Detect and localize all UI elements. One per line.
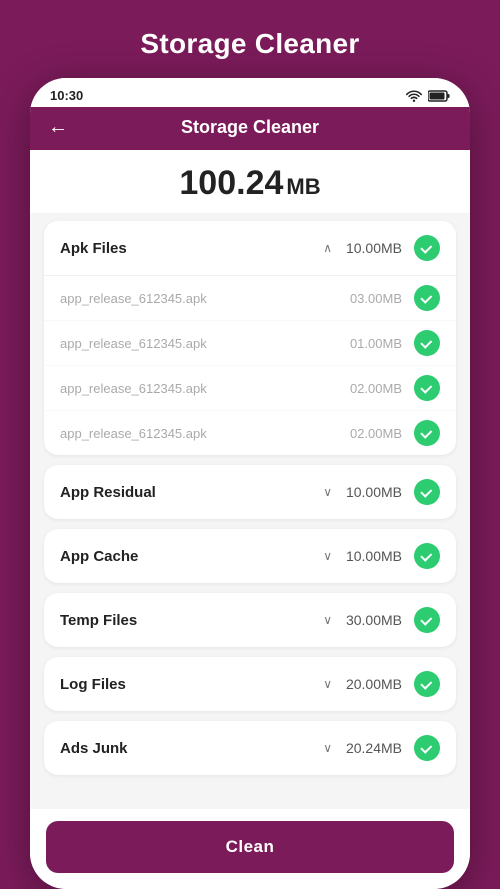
check-icon-app-cache (414, 543, 440, 569)
category-toggle-log-files: ∨ (323, 677, 332, 691)
category-size-app-cache: 10.00MB (332, 548, 402, 564)
category-toggle-app-cache: ∨ (323, 549, 332, 563)
status-time: 10:30 (50, 88, 83, 103)
sub-item-size: 02.00MB (342, 381, 402, 396)
category-toggle-temp-files: ∨ (323, 613, 332, 627)
total-size-unit: MB (286, 174, 320, 199)
category-name-temp-files: Temp Files (60, 612, 317, 629)
sub-item-check-icon (414, 420, 440, 446)
check-icon-log-files (414, 671, 440, 697)
list-item[interactable]: app_release_612345.apk02.00MB (44, 411, 456, 455)
category-size-ads-junk: 20.24MB (332, 740, 402, 756)
sub-item-size: 02.00MB (342, 426, 402, 441)
category-row-ads-junk[interactable]: Ads Junk ∨20.24MB (44, 721, 456, 775)
category-row-temp-files[interactable]: Temp Files ∨30.00MB (44, 593, 456, 647)
category-size-app-residual: 10.00MB (332, 484, 402, 500)
page-title: Storage Cleaner (140, 28, 359, 60)
sub-item-check-icon (414, 375, 440, 401)
list-item[interactable]: app_release_612345.apk02.00MB (44, 366, 456, 411)
card-log-files: Log Files ∨20.00MB (44, 657, 456, 711)
phone-frame: 10:30 ← Storage Cleaner 100.24MB Apk Fil… (30, 78, 470, 889)
category-size-temp-files: 30.00MB (332, 612, 402, 628)
category-name-log-files: Log Files (60, 676, 317, 693)
sub-item-check-icon (414, 285, 440, 311)
sub-item-size: 01.00MB (342, 336, 402, 351)
category-toggle-apk-files: ∧ (323, 241, 332, 255)
total-size-container: 100.24MB (30, 150, 470, 213)
card-app-residual: App Residual ∨10.00MB (44, 465, 456, 519)
wifi-icon (405, 89, 423, 102)
clean-button[interactable]: Clean (46, 821, 454, 873)
sub-item-size: 03.00MB (342, 291, 402, 306)
category-size-log-files: 20.00MB (332, 676, 402, 692)
check-icon-temp-files (414, 607, 440, 633)
check-icon-apk-files (414, 235, 440, 261)
check-icon-app-residual (414, 479, 440, 505)
category-name-app-cache: App Cache (60, 548, 317, 565)
clean-btn-container: Clean (30, 809, 470, 889)
status-icons (405, 89, 450, 102)
category-row-app-cache[interactable]: App Cache ∨10.00MB (44, 529, 456, 583)
battery-icon (428, 90, 450, 102)
sub-item-name: app_release_612345.apk (60, 381, 342, 396)
list-item[interactable]: app_release_612345.apk01.00MB (44, 321, 456, 366)
category-row-log-files[interactable]: Log Files ∨20.00MB (44, 657, 456, 711)
category-name-app-residual: App Residual (60, 484, 317, 501)
category-name-apk-files: Apk Files (60, 240, 317, 257)
category-toggle-ads-junk: ∨ (323, 741, 332, 755)
content-scroll: Apk Files ∧10.00MBapp_release_612345.apk… (30, 213, 470, 809)
category-name-ads-junk: Ads Junk (60, 740, 317, 757)
sub-items-apk-files: app_release_612345.apk03.00MBapp_release… (44, 275, 456, 455)
header-title: Storage Cleaner (181, 117, 319, 138)
card-app-cache: App Cache ∨10.00MB (44, 529, 456, 583)
category-row-app-residual[interactable]: App Residual ∨10.00MB (44, 465, 456, 519)
category-toggle-app-residual: ∨ (323, 485, 332, 499)
list-item[interactable]: app_release_612345.apk03.00MB (44, 276, 456, 321)
check-icon-ads-junk (414, 735, 440, 761)
sub-item-name: app_release_612345.apk (60, 426, 342, 441)
sub-item-check-icon (414, 330, 440, 356)
status-bar: 10:30 (30, 78, 470, 107)
sub-item-name: app_release_612345.apk (60, 291, 342, 306)
card-apk-files: Apk Files ∧10.00MBapp_release_612345.apk… (44, 221, 456, 455)
back-button[interactable]: ← (48, 116, 68, 139)
total-size-number: 100.24 (179, 164, 283, 202)
category-size-apk-files: 10.00MB (332, 240, 402, 256)
app-header: ← Storage Cleaner (30, 107, 470, 150)
card-ads-junk: Ads Junk ∨20.24MB (44, 721, 456, 775)
card-temp-files: Temp Files ∨30.00MB (44, 593, 456, 647)
sub-item-name: app_release_612345.apk (60, 336, 342, 351)
category-row-apk-files[interactable]: Apk Files ∧10.00MB (44, 221, 456, 275)
